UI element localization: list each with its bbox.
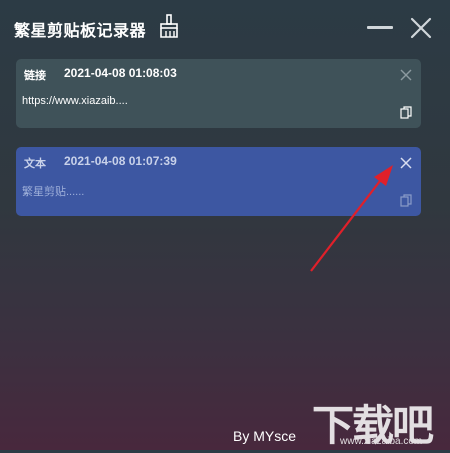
record-content: 繁星剪贴......: [22, 186, 85, 198]
record-type-label: 文本: [24, 157, 46, 170]
record-close-icon[interactable]: [399, 67, 413, 81]
close-button[interactable]: [408, 16, 434, 40]
app-title: 繁星剪贴板记录器: [14, 21, 147, 40]
minimize-button[interactable]: [362, 16, 396, 40]
record-content: https://www.xiazaib....: [22, 95, 128, 107]
record-timestamp: 2021-04-08 01:08:03: [64, 66, 177, 80]
record-type-label: 链接: [24, 69, 46, 82]
copy-icon[interactable]: [400, 104, 412, 119]
close-icon: [410, 17, 432, 39]
brush-icon[interactable]: [157, 14, 181, 38]
clipboard-record-text[interactable]: 文本 2021-04-08 01:07:39 繁星剪贴......: [16, 147, 421, 216]
watermark-url: www.xiazaiba.com: [340, 436, 423, 447]
record-close-icon[interactable]: [399, 155, 413, 169]
watermark-logo: 下载吧 www.xiazaiba.com: [310, 392, 450, 450]
clipboard-record-link[interactable]: 链接 2021-04-08 01:08:03 https://www.xiaza…: [16, 59, 421, 128]
record-timestamp: 2021-04-08 01:07:39: [64, 154, 177, 168]
copy-icon[interactable]: [400, 192, 412, 207]
footer-credit: By MYsce: [233, 428, 297, 444]
title-bar: 繁星剪贴板记录器: [0, 0, 450, 50]
